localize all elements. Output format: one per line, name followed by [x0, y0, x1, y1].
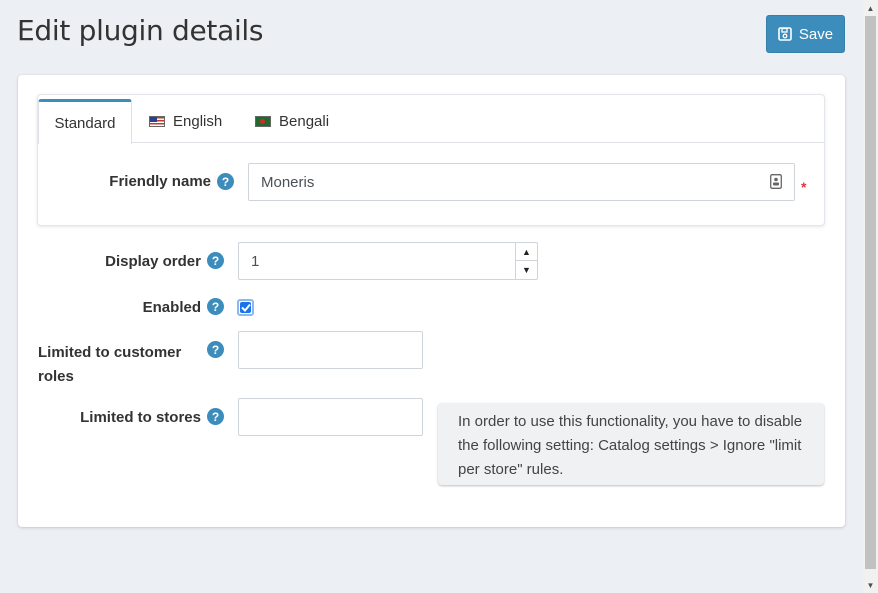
- tab-english[interactable]: English: [149, 99, 222, 144]
- display-order-label: Display order: [105, 253, 201, 270]
- customer-roles-label: Limited to customer roles: [38, 344, 182, 385]
- stores-select[interactable]: [238, 398, 423, 436]
- svg-text:?: ?: [212, 254, 219, 268]
- spin-down-button[interactable]: ▼: [516, 261, 537, 279]
- question-circle-icon[interactable]: ?: [207, 298, 224, 315]
- question-circle-icon[interactable]: ?: [207, 252, 224, 269]
- question-circle-icon[interactable]: ?: [217, 173, 234, 190]
- tab-strip: Standard English Bengali: [38, 95, 824, 144]
- tab-standard-label: Standard: [54, 114, 116, 132]
- localized-tabs-panel: Standard English Bengali Friendly name ?…: [37, 94, 825, 226]
- question-circle-icon[interactable]: ?: [207, 408, 224, 425]
- scroll-up-arrow-icon[interactable]: ▲: [863, 0, 878, 16]
- save-button-label: Save: [798, 25, 834, 43]
- save-button[interactable]: Save: [766, 15, 845, 53]
- us-flag-icon: [149, 116, 165, 127]
- page-title: Edit plugin details: [17, 14, 264, 47]
- contact-card-icon: [770, 174, 782, 189]
- tab-standard[interactable]: Standard: [38, 99, 132, 144]
- question-circle-icon[interactable]: ?: [207, 341, 224, 358]
- scroll-thumb[interactable]: [865, 16, 876, 569]
- enabled-checkbox[interactable]: [237, 299, 254, 316]
- display-order-input[interactable]: 1 ▲ ▼: [238, 242, 538, 280]
- stores-label: Limited to stores: [80, 409, 201, 426]
- scroll-down-arrow-icon[interactable]: ▼: [863, 577, 878, 593]
- tab-bengali[interactable]: Bengali: [255, 99, 329, 144]
- friendly-name-input[interactable]: Moneris: [248, 163, 795, 201]
- enabled-label: Enabled: [142, 299, 201, 316]
- tab-bengali-label: Bengali: [279, 113, 330, 130]
- svg-text:?: ?: [212, 300, 219, 314]
- tab-english-label: English: [173, 113, 223, 130]
- check-icon: [240, 303, 251, 312]
- friendly-name-label: Friendly name: [109, 173, 211, 190]
- checkbox-check: [240, 302, 251, 313]
- floppy-disk-icon: [778, 27, 792, 41]
- spin-up-button[interactable]: ▲: [516, 243, 537, 261]
- svg-text:?: ?: [212, 343, 219, 357]
- display-order-value: 1: [251, 252, 260, 270]
- display-order-spinner: ▲ ▼: [515, 243, 537, 279]
- required-indicator: *: [801, 179, 807, 195]
- page-scrollbar[interactable]: ▲ ▼: [863, 0, 878, 593]
- svg-text:?: ?: [222, 175, 229, 189]
- stores-info-callout: In order to use this functionality, you …: [438, 403, 824, 485]
- friendly-name-value: Moneris: [261, 173, 315, 191]
- svg-text:?: ?: [212, 410, 219, 424]
- customer-roles-select[interactable]: [238, 331, 423, 369]
- bd-flag-icon: [255, 116, 271, 127]
